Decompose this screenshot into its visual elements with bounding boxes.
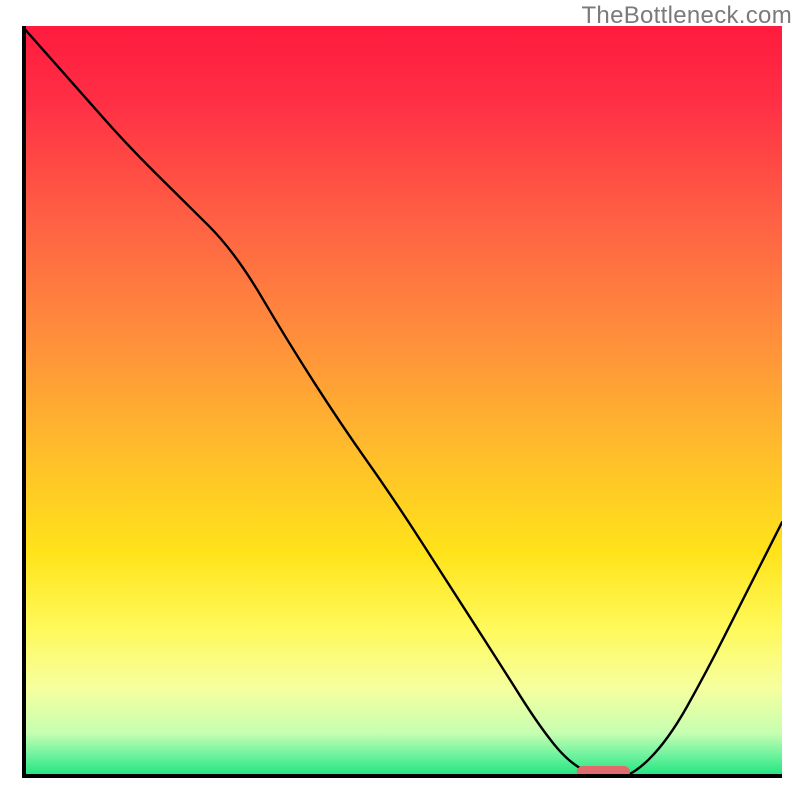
chart-svg xyxy=(22,26,782,778)
plot-area xyxy=(22,26,782,778)
optimal-marker xyxy=(577,766,630,778)
watermark-text: TheBottleneck.com xyxy=(581,2,792,30)
bottleneck-curve xyxy=(22,26,782,778)
chart-frame: TheBottleneck.com xyxy=(0,0,800,800)
